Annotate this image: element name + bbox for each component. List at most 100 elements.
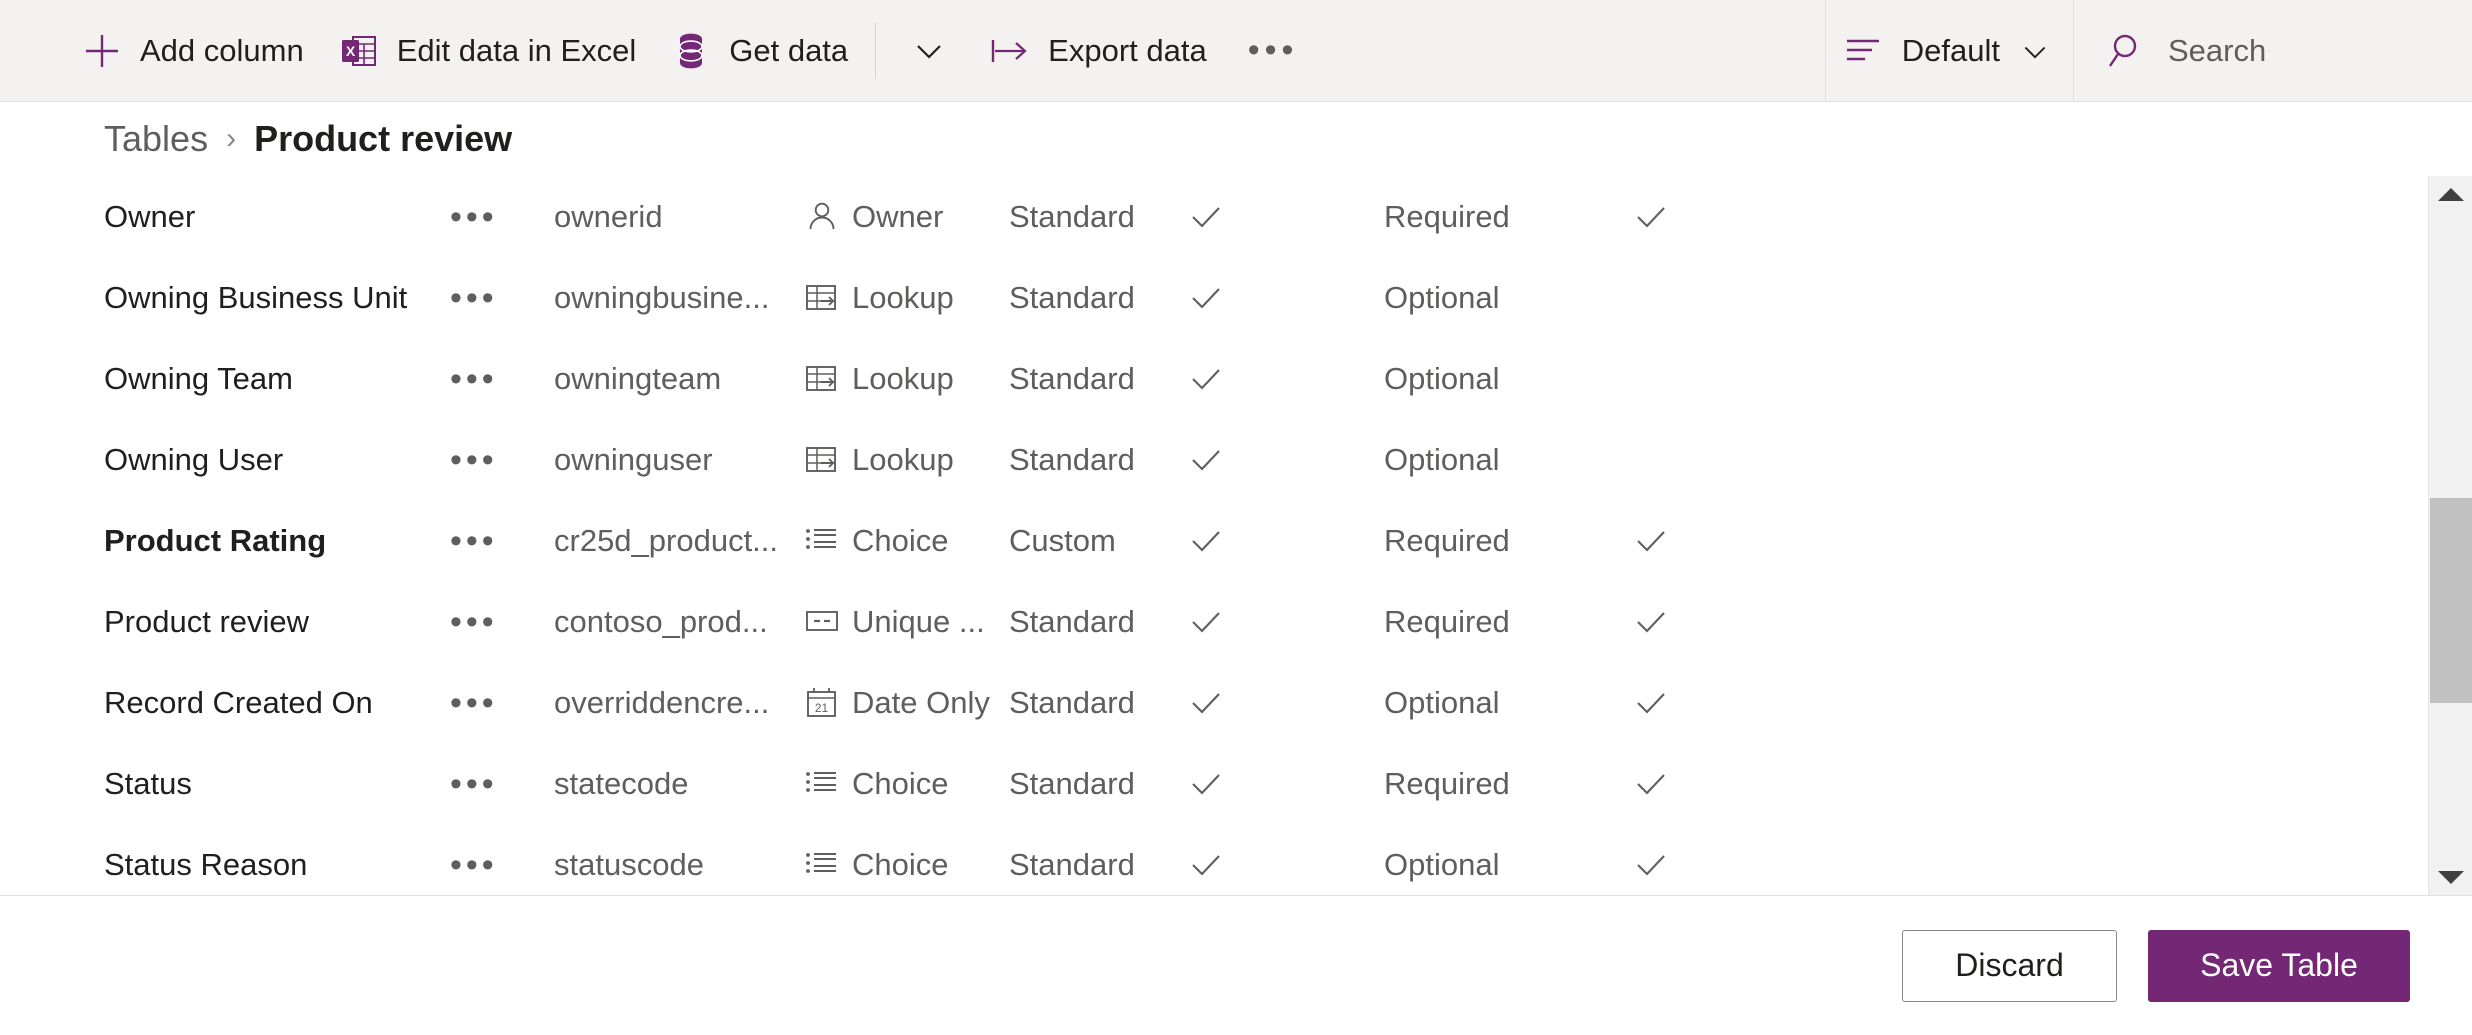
column-display-name: Status Reason: [104, 846, 308, 882]
column-type-origin: Standard: [1009, 279, 1135, 315]
checkmark-icon: [1634, 200, 1668, 234]
row-context-menu-button[interactable]: •••: [450, 764, 554, 803]
table-row[interactable]: Status Reason ••• statuscode Choice Standard…: [0, 824, 2428, 895]
checkmark-icon: [1189, 605, 1223, 639]
scroll-down-button[interactable]: [2429, 859, 2472, 895]
row-overflow-dots-icon: •••: [450, 278, 498, 317]
column-data-type: Choice: [804, 766, 1009, 802]
column-data-type: Choice: [804, 847, 1009, 883]
column-data-type: Lookup: [804, 442, 1009, 478]
get-data-label: Get data: [729, 32, 849, 68]
column-searchable-cell: [1634, 524, 1794, 558]
column-data-type-label: Date Only: [852, 684, 990, 720]
column-data-type-label: Lookup: [852, 279, 954, 315]
row-context-menu-button[interactable]: •••: [450, 848, 554, 881]
discard-button[interactable]: Discard: [1902, 929, 2117, 1002]
column-data-type-label: Choice: [852, 765, 949, 801]
scroll-up-button[interactable]: [2429, 176, 2472, 212]
table-row[interactable]: Owning Team ••• owningteam Lookup Standard Op…: [0, 338, 2428, 419]
command-bar-divider: [875, 22, 877, 79]
command-bar-overflow-button[interactable]: •••: [1224, 0, 1323, 101]
chevron-down-icon: [2014, 30, 2056, 72]
column-data-type-label: Lookup: [852, 441, 954, 477]
column-requirement: Optional: [1384, 360, 1500, 396]
row-overflow-dots-icon: •••: [450, 197, 498, 236]
row-context-menu-button[interactable]: •••: [450, 278, 554, 317]
row-context-menu-button[interactable]: •••: [450, 683, 554, 722]
column-type-origin: Standard: [1009, 684, 1135, 720]
triangle-down-icon: [2437, 870, 2464, 884]
column-requirement: Required: [1384, 603, 1510, 639]
column-searchable-cell: [1634, 200, 1794, 234]
column-data-type: Lookup: [804, 280, 1009, 316]
checkmark-icon: [1189, 686, 1223, 720]
table-row[interactable]: Status ••• statecode Choice Standard Required: [0, 743, 2428, 824]
row-overflow-dots-icon: •••: [450, 683, 498, 722]
table-row[interactable]: Owning User ••• owninguser Lookup Standard Op…: [0, 419, 2428, 500]
table-row[interactable]: Owner ••• ownerid Owner Standard Required: [0, 176, 2428, 257]
database-icon: [670, 30, 712, 72]
save-table-button[interactable]: Save Table: [2148, 929, 2410, 1002]
column-requirement: Required: [1384, 765, 1510, 801]
get-data-caret-button[interactable]: [886, 0, 972, 101]
triangle-up-icon: [2437, 187, 2464, 201]
column-logical-name: owningbusine...: [554, 279, 770, 315]
breadcrumb-chevron-icon: ›: [226, 122, 237, 155]
breadcrumb-item-tables[interactable]: Tables: [104, 118, 208, 160]
chevron-down-icon: [908, 30, 950, 72]
column-requirement: Optional: [1384, 846, 1500, 882]
column-searchable-cell: [1634, 605, 1794, 639]
column-requirement: Required: [1384, 198, 1510, 234]
calendar-icon: 21: [804, 685, 840, 721]
view-selector-button[interactable]: Default: [1826, 0, 2073, 101]
get-data-button[interactable]: Get data: [653, 0, 865, 101]
row-context-menu-button[interactable]: •••: [450, 362, 554, 395]
column-data-type: Choice: [804, 523, 1009, 559]
add-column-button[interactable]: Add column: [64, 0, 321, 101]
column-requirement: Required: [1384, 522, 1510, 558]
table-row[interactable]: Product review ••• contoso_prod... Unique .…: [0, 581, 2428, 662]
checkmark-icon: [1189, 281, 1223, 315]
column-type-origin: Standard: [1009, 441, 1135, 477]
row-context-menu-button[interactable]: •••: [450, 440, 554, 479]
column-type-origin: Standard: [1009, 846, 1135, 882]
command-bar: Add column X Edit data in Excel Get data…: [0, 0, 2472, 102]
table-row[interactable]: Owning Business Unit ••• owningbusine... Lo…: [0, 257, 2428, 338]
row-overflow-dots-icon: •••: [450, 764, 498, 803]
column-data-type-label: Choice: [852, 846, 949, 882]
vertical-scrollbar[interactable]: [2428, 176, 2472, 895]
columns-grid: Owner ••• ownerid Owner Standard Required Owni…: [0, 176, 2472, 895]
export-icon: [989, 30, 1031, 72]
table-row[interactable]: Product Rating ••• cr25d_product... Choice C…: [0, 500, 2428, 581]
checkmark-icon: [1634, 605, 1668, 639]
svg-text:21: 21: [815, 701, 829, 715]
column-type-origin: Standard: [1009, 765, 1135, 801]
scrollbar-thumb[interactable]: [2430, 498, 2472, 703]
row-context-menu-button[interactable]: •••: [450, 524, 554, 557]
column-data-type: Lookup: [804, 361, 1009, 397]
column-data-type: Owner: [804, 199, 1009, 235]
table-row[interactable]: Record Created On ••• overriddencre... 21 Da…: [0, 662, 2428, 743]
row-overflow-dots-icon: •••: [450, 440, 498, 479]
column-customizable-cell: [1189, 443, 1384, 477]
row-context-menu-button[interactable]: •••: [450, 197, 554, 236]
checkmark-icon: [1634, 767, 1668, 801]
add-column-label: Add column: [140, 32, 304, 68]
column-data-type-label: Choice: [852, 522, 949, 558]
column-requirement: Optional: [1384, 441, 1500, 477]
table-columns-editor: Add column X Edit data in Excel Get data…: [0, 0, 2472, 1035]
column-customizable-cell: [1189, 200, 1384, 234]
column-searchable-cell: [1634, 686, 1794, 720]
row-context-menu-button[interactable]: •••: [450, 605, 554, 638]
search-icon: [2108, 31, 2148, 71]
column-data-type: 21 Date Only: [804, 685, 1009, 721]
breadcrumb: Tables › Product review: [0, 103, 512, 175]
edit-data-in-excel-button[interactable]: X Edit data in Excel: [321, 0, 654, 101]
column-customizable-cell: [1189, 605, 1384, 639]
column-display-name: Owning Team: [104, 360, 293, 396]
search-input[interactable]: Search: [2074, 0, 2472, 101]
export-data-button[interactable]: Export data: [972, 0, 1224, 101]
column-logical-name: statecode: [554, 765, 689, 801]
column-logical-name: overriddencre...: [554, 684, 770, 720]
column-logical-name: owninguser: [554, 441, 713, 477]
